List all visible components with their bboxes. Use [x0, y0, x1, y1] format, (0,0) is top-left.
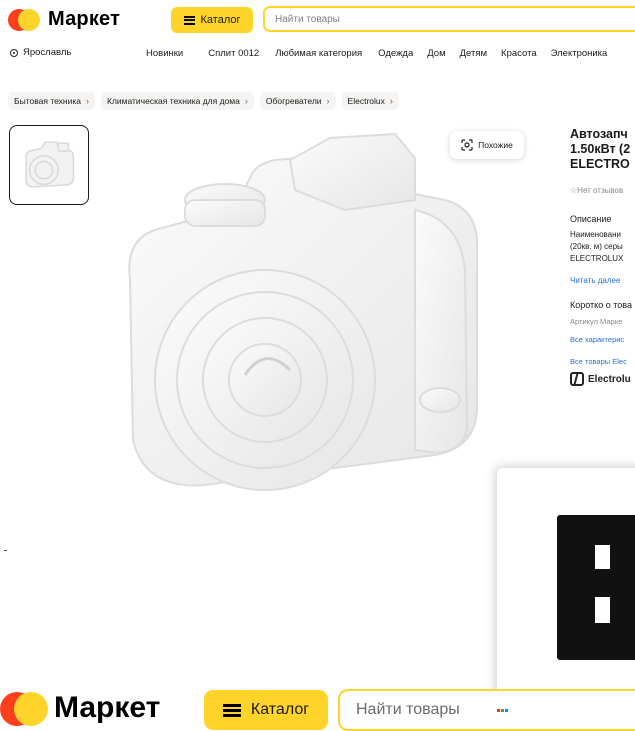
- sticky-catalog-button[interactable]: Каталог: [204, 690, 328, 730]
- breadcrumb-item[interactable]: Климатическая техника для дома ›: [101, 92, 254, 110]
- city-selector[interactable]: Ярославль: [10, 47, 71, 58]
- menu-icon: [222, 703, 241, 717]
- chevron-right-icon: ›: [389, 96, 393, 106]
- location-pin-icon: [10, 48, 18, 57]
- all-brand-products-link[interactable]: Все товары Elec: [570, 357, 627, 366]
- nav-link-kids[interactable]: Детям: [460, 48, 487, 59]
- sticky-search-placeholder: Найти товары: [356, 701, 460, 718]
- breadcrumb-label: Electrolux: [347, 96, 385, 106]
- description-heading: Описание: [570, 214, 612, 224]
- search-placeholder: Найти товары: [275, 13, 340, 25]
- short-about-heading: Коротко о това: [570, 300, 632, 310]
- description-line: Наименовани: [570, 230, 622, 239]
- brand-name: Electrolu: [588, 373, 631, 385]
- chevron-right-icon: ›: [326, 96, 330, 106]
- sticky-logo-text: Маркет: [54, 691, 161, 724]
- product-title-line: Автозапч: [570, 127, 628, 141]
- catalog-button-label: Каталог: [200, 14, 241, 26]
- article-number: Артикул Марке: [570, 317, 623, 326]
- search-input[interactable]: Найти товары: [263, 6, 635, 32]
- nav-link-split[interactable]: Сплит 0012: [208, 48, 259, 59]
- menu-icon: [183, 15, 195, 25]
- nav-link-home[interactable]: Дом: [427, 48, 445, 59]
- chevron-right-icon: ›: [244, 96, 248, 106]
- breadcrumb-item[interactable]: Обогреватели ›: [259, 92, 336, 110]
- product-title: Автозапч 1.50кВт (2 ELECTRO: [570, 127, 635, 172]
- nav-link-electronics[interactable]: Электроника: [551, 48, 608, 59]
- description-line: (20кв. м) серы: [570, 242, 623, 251]
- breadcrumb-label: Бытовая техника: [14, 96, 81, 106]
- market-logo-mark: [8, 8, 40, 31]
- brand-link[interactable]: Electrolu: [570, 372, 631, 386]
- nav-link-beauty[interactable]: Красота: [501, 48, 537, 59]
- market-logo-mark: [0, 690, 48, 726]
- chevron-right-icon: ›: [86, 96, 89, 106]
- popup-brand-glyph: [557, 515, 635, 660]
- catalog-button[interactable]: Каталог: [171, 7, 253, 33]
- nav-link-favorite-category[interactable]: Любимая категория: [275, 48, 362, 59]
- gallery-thumbnail[interactable]: [9, 125, 89, 205]
- breadcrumb-item[interactable]: Electrolux ›: [341, 92, 399, 110]
- reviews-summary[interactable]: ☆Нет отзывов: [570, 186, 623, 195]
- sticky-market-logo[interactable]: Маркет: [0, 690, 160, 726]
- breadcrumb: Бытовая техника › Климатическая техника д…: [8, 92, 399, 110]
- read-more-link[interactable]: Читать далее: [570, 276, 620, 285]
- product-title-line: ELECTRO: [570, 157, 630, 171]
- top-nav: Новинки Сплит 0012 Любимая категория Оде…: [146, 48, 607, 59]
- sticky-catalog-label: Каталог: [250, 701, 310, 718]
- nav-link-clothes[interactable]: Одежда: [378, 48, 413, 59]
- description-text: Наименовани (20кв. м) серы ELECTROLUX: [570, 229, 623, 265]
- description-line: ELECTROLUX: [570, 254, 624, 263]
- nav-link-new[interactable]: Новинки: [146, 48, 183, 59]
- electrolux-logo-icon: [570, 372, 584, 386]
- reviews-text: Нет отзывов: [577, 186, 624, 195]
- divider: [4, 550, 7, 551]
- breadcrumb-label: Климатическая техника для дома: [107, 96, 240, 106]
- breadcrumb-item[interactable]: Бытовая техника ›: [8, 92, 95, 110]
- market-logo[interactable]: Маркет: [8, 8, 120, 31]
- product-photo-placeholder: [128, 132, 478, 491]
- market-logo-text: Маркет: [48, 8, 121, 30]
- city-name: Ярославль: [23, 47, 72, 58]
- product-title-line: 1.50кВт (2: [570, 142, 631, 156]
- all-specs-link[interactable]: Все характерис: [570, 335, 624, 344]
- camera-placeholder-icon: [25, 141, 75, 188]
- breadcrumb-label: Обогреватели: [265, 96, 322, 106]
- color-dots-icon: [497, 709, 508, 712]
